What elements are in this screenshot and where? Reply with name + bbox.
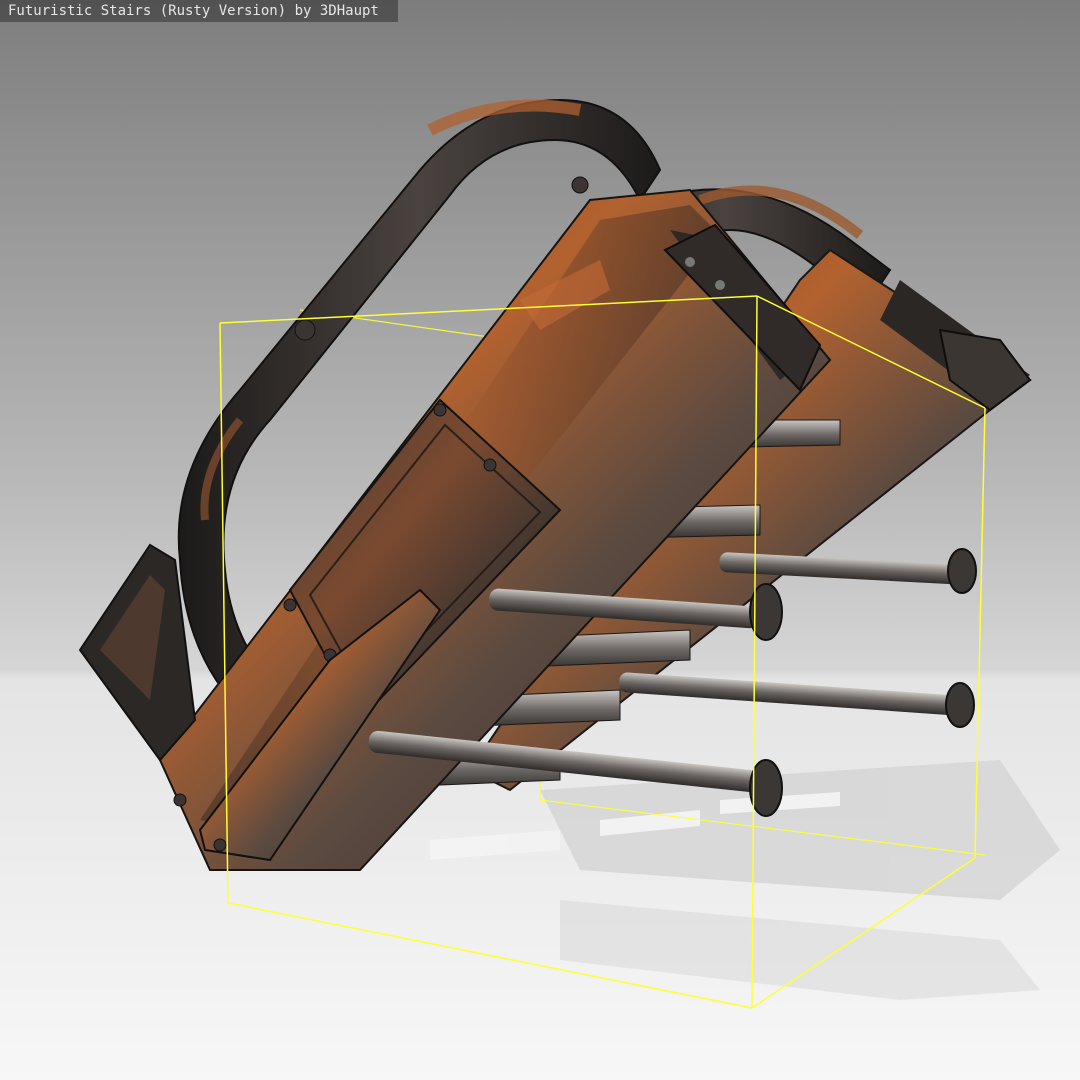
model-title-caption: Futuristic Stairs (Rusty Version) by 3DH… xyxy=(0,0,398,22)
scene-render xyxy=(0,0,1080,1080)
3d-viewport[interactable] xyxy=(0,0,1080,1080)
